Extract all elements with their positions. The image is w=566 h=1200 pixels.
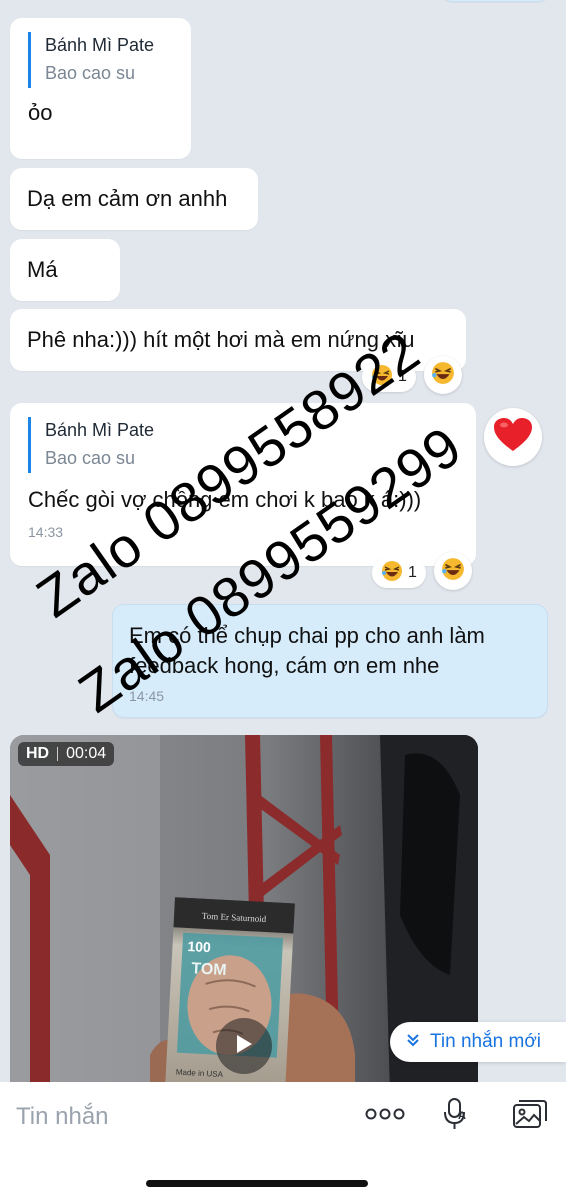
laughing-face-icon: [441, 557, 465, 586]
hd-badge: HD: [26, 745, 50, 762]
video-duration: 00:04: [66, 745, 107, 762]
quoted-message-text: Bao cao su: [45, 63, 136, 83]
new-messages-button[interactable]: Tin nhắn mới: [390, 1022, 566, 1062]
play-button[interactable]: [216, 1018, 272, 1074]
more-dots-icon: [365, 1107, 405, 1125]
product-number-text: 100: [187, 938, 211, 955]
partial-message-bubble[interactable]: [440, 0, 550, 2]
svg-text:A: A: [458, 1110, 466, 1122]
laughing-face-icon: [431, 361, 455, 390]
image-button[interactable]: [510, 1099, 550, 1136]
message-input[interactable]: Tin nhắn: [16, 1100, 336, 1134]
message-text: Dạ em cảm ơn anhh: [27, 186, 228, 211]
voice-text-icon: A: [442, 1097, 468, 1136]
product-label-text: TOM: [191, 960, 227, 979]
reaction-summary[interactable]: 1: [372, 558, 426, 588]
message-time: 14:45: [129, 688, 165, 704]
message-text: ỏo: [28, 100, 53, 125]
message-bubble[interactable]: Bánh Mì Pate Bao cao su ỏo: [10, 18, 191, 159]
react-button[interactable]: [434, 552, 472, 590]
more-options-button[interactable]: [364, 1102, 406, 1130]
react-button[interactable]: [424, 356, 462, 394]
image-icon: [512, 1099, 548, 1136]
message-bubble[interactable]: Dạ em cảm ơn anhh: [10, 168, 258, 230]
laughing-face-icon: [381, 560, 403, 587]
heart-reaction-button[interactable]: [484, 408, 542, 466]
video-info-badge: HD 00:04: [18, 742, 115, 766]
message-input-placeholder: Tin nhắn: [16, 1103, 109, 1130]
play-icon: [234, 1033, 254, 1060]
heart-icon: [493, 417, 533, 458]
quoted-message[interactable]: Bánh Mì Pate Bao cao su: [28, 32, 173, 88]
chat-area[interactable]: Bánh Mì Pate Bao cao su ỏo Dạ em cảm ơn …: [0, 0, 566, 1082]
quoted-sender-name: Bánh Mì Pate: [45, 35, 155, 55]
voice-to-text-button[interactable]: A: [440, 1097, 470, 1136]
chevron-double-down-icon: [406, 1031, 420, 1053]
new-messages-label: Tin nhắn mới: [430, 1031, 542, 1052]
home-indicator: [146, 1180, 368, 1187]
message-composer: Tin nhắn A: [0, 1082, 566, 1200]
reaction-count: 1: [408, 564, 417, 581]
message-text: Má: [27, 257, 58, 282]
message-bubble[interactable]: Má: [10, 239, 120, 301]
